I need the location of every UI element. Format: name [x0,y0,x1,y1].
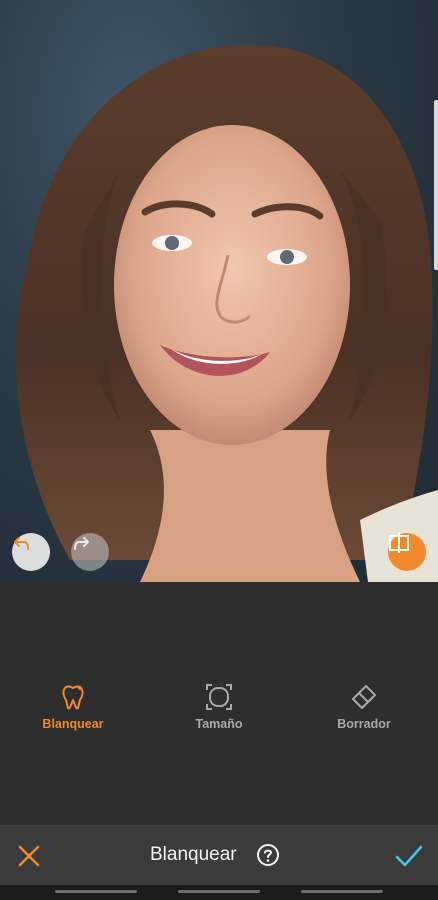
eraser-icon [349,682,379,712]
portrait-photo [15,44,438,582]
confirm-button[interactable] [394,842,424,870]
photo-canvas[interactable] [0,0,438,582]
tool-borrador[interactable]: Borrador [309,682,419,732]
action-bar: Blanquear [0,825,438,885]
compare-button[interactable] [388,533,426,571]
help-icon [257,844,279,866]
tool-panel: Blanquear Tamaño Borrador [0,582,438,825]
check-icon [395,845,423,867]
tool-blanquear[interactable]: Blanquear [18,682,128,732]
redo-button[interactable] [71,533,109,571]
resize-icon [204,682,234,712]
system-nav-bar [0,885,438,900]
tool-title: Blanquear [150,844,237,865]
tool-label: Blanquear [42,717,104,731]
tooth-icon [58,682,88,712]
undo-icon [14,537,29,550]
redo-icon [74,537,89,550]
close-icon [18,845,40,867]
undo-button[interactable] [12,533,50,571]
help-button[interactable] [256,843,280,867]
tool-label: Borrador [337,717,391,731]
tool-tamano[interactable]: Tamaño [164,682,274,732]
tool-label: Tamaño [195,717,243,731]
cancel-button[interactable] [16,843,42,869]
nav-back-handle[interactable] [301,890,383,893]
compare-icon [389,533,409,553]
nav-home-handle[interactable] [178,890,260,893]
nav-recents-handle[interactable] [55,890,137,893]
edge-scroll-handle[interactable] [434,100,438,270]
